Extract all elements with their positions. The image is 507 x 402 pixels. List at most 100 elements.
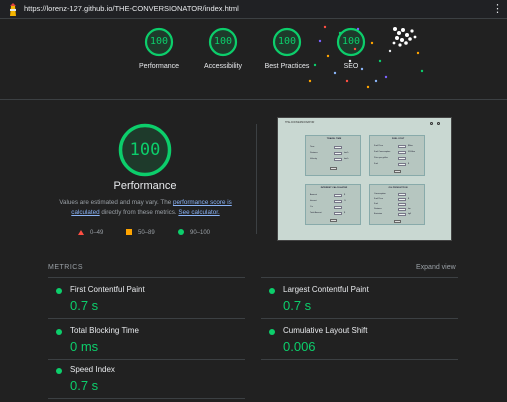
row-input xyxy=(398,145,406,148)
metric-name: First Contentful Paint xyxy=(70,285,145,294)
metric-cumulative-layout-shift: Cumulative Layout Shift 0.006 xyxy=(261,319,456,359)
pass-circle-icon xyxy=(56,288,62,294)
panel-button xyxy=(394,220,401,223)
score-legend: 0–49 50–89 90–100 xyxy=(76,229,226,237)
screenshot-header: THE-CONVERSIONATOR xyxy=(282,121,447,126)
metric-first-contentful-paint: First Contentful Paint 0.7 s xyxy=(48,278,243,318)
row-unit: $/liter xyxy=(408,145,413,147)
metrics-divider xyxy=(48,398,245,399)
note-text: directly from these metrics. xyxy=(99,209,179,216)
screenshot-panel: OIL PRODUCTION Consumption Fuel Price $ F… xyxy=(369,184,425,225)
performance-title: Performance xyxy=(113,180,177,192)
panel-row: Emission kg/l xyxy=(374,213,422,216)
pass-circle-icon xyxy=(56,329,62,335)
score-summary: 100 Performance 100 Accessibility 100 Be… xyxy=(0,19,507,100)
panel-row: Yrs xyxy=(310,206,358,209)
metric-value: 0.7 s xyxy=(283,298,312,313)
vertical-ellipsis-icon[interactable]: ⋮ xyxy=(492,2,503,16)
row-input xyxy=(398,157,406,160)
row-input xyxy=(334,200,342,203)
gauge-score: 100 xyxy=(149,36,169,47)
row-input xyxy=(334,194,342,197)
row-unit: km xyxy=(408,208,411,210)
panel-row: Velocity km/h xyxy=(310,158,358,161)
row-input xyxy=(398,198,406,201)
row-unit: $ xyxy=(344,194,346,196)
pass-circle-icon xyxy=(269,288,275,294)
performance-section: 100 Performance Values are estimated and… xyxy=(0,100,507,402)
row-input xyxy=(398,213,406,216)
panel-button xyxy=(330,167,337,170)
panel-row: Fuel Price $/liter xyxy=(374,145,422,148)
square-icon xyxy=(126,229,132,236)
metrics-heading: METRICS xyxy=(48,264,83,271)
panel-title: FUEL COST xyxy=(391,138,405,140)
performance-score: 100 xyxy=(129,140,161,160)
row-label: Fuel xyxy=(374,203,378,205)
metric-total-blocking-time: Total Blocking Time 0 ms xyxy=(48,319,243,359)
row-label: Price per gallon xyxy=(374,157,388,159)
section-divider xyxy=(256,124,257,234)
panel-row: Fuel Price $ xyxy=(374,198,422,201)
panel-row: Fuel Consumption l/100km xyxy=(374,151,422,154)
row-label: Fuel Price xyxy=(374,198,384,200)
panel-title: TRAVEL TIME xyxy=(326,138,342,140)
row-input xyxy=(334,146,342,149)
gauge-ring: 100 xyxy=(272,27,302,57)
see-calculator-link[interactable]: See calculator. xyxy=(178,209,219,216)
screenshot-panel: TRAVEL TIME Time Distance km/h Velocity km… xyxy=(305,135,361,176)
row-input xyxy=(334,206,342,209)
gauge-ring: 100 xyxy=(208,27,238,57)
row-unit: $ xyxy=(344,212,346,214)
row-unit: l/100km xyxy=(408,151,416,153)
legend-average: 50–89 xyxy=(126,229,155,237)
metric-name: Largest Contentful Paint xyxy=(283,285,369,294)
metric-value: 0.7 s xyxy=(70,378,99,393)
row-input xyxy=(334,158,342,161)
screenshot-icon xyxy=(437,122,440,125)
row-label: Fuel Consumption xyxy=(374,151,391,153)
row-input xyxy=(398,208,406,211)
row-label: Distance xyxy=(374,208,382,210)
metrics-divider xyxy=(261,359,458,360)
row-unit: km/h xyxy=(344,152,349,154)
panel-row: Distance km/h xyxy=(310,152,358,155)
row-unit: $ xyxy=(408,163,410,165)
performance-note: Values are estimated and may vary. The p… xyxy=(54,198,237,218)
metric-largest-contentful-paint: Largest Contentful Paint 0.7 s xyxy=(261,278,456,318)
metric-speed-index: Speed Index 0.7 s xyxy=(48,358,243,398)
gauge-score: 100 xyxy=(213,36,233,47)
legend-average-range: 50–89 xyxy=(138,230,155,236)
panel-row: Total Amount $ xyxy=(310,212,358,215)
row-label: Emission xyxy=(374,213,383,215)
row-label: Total Amount xyxy=(310,212,322,214)
row-unit: kg/l xyxy=(408,213,412,215)
gauge-ring: 100 xyxy=(144,27,174,57)
gauge-score: 100 xyxy=(277,36,297,47)
panel-row: Fuel xyxy=(374,203,422,206)
row-input xyxy=(334,212,342,215)
expand-view-toggle[interactable]: Expand view xyxy=(416,264,456,271)
performance-gauge: 100 xyxy=(117,122,173,178)
row-input xyxy=(398,193,406,196)
report-url[interactable]: https://lorenz-127.github.io/THE-CONVERS… xyxy=(24,4,239,13)
row-label: Time xyxy=(310,146,315,148)
metric-value: 0.7 s xyxy=(70,298,99,313)
panel-button xyxy=(330,219,337,222)
page-screenshot[interactable]: THE-CONVERSIONATOR TRAVEL TIME Time Dist… xyxy=(277,117,452,241)
note-text: Values are estimated and may vary. The xyxy=(59,199,173,206)
legend-pass-range: 90–100 xyxy=(190,230,211,236)
row-label: Yrs xyxy=(310,206,313,208)
pass-circle-icon xyxy=(269,329,275,335)
metric-name: Cumulative Layout Shift xyxy=(283,326,368,335)
row-input xyxy=(398,151,406,154)
row-input xyxy=(334,152,342,155)
legend-fail-range: 0–49 xyxy=(90,230,104,236)
panel-row: Fuel $ xyxy=(374,163,422,166)
panel-title: INTEREST CALCULATOR xyxy=(320,187,348,189)
metric-value: 0 ms xyxy=(70,339,99,354)
row-label: Fuel xyxy=(374,163,378,165)
row-unit: % xyxy=(344,200,346,202)
row-unit: km/h xyxy=(344,158,349,160)
row-label: Fuel Price xyxy=(374,145,384,147)
